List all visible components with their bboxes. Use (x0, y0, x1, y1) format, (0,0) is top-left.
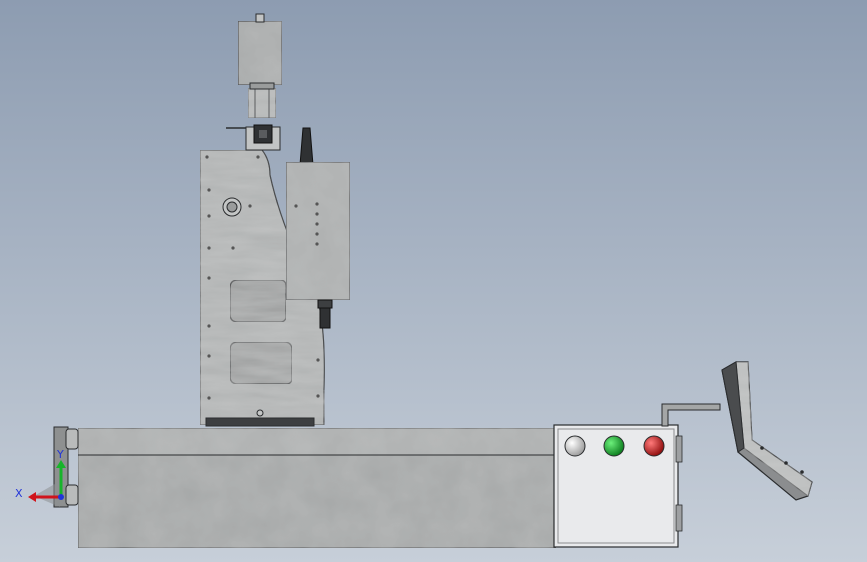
frame-cutout-upper (229, 279, 287, 323)
base-top-rail (77, 427, 557, 456)
base-body (77, 454, 557, 549)
column-base-plate (205, 417, 315, 427)
cad-viewport[interactable]: X Y (0, 0, 867, 562)
machine-scene[interactable]: X Y (0, 0, 867, 562)
x-axis-label: X (15, 487, 23, 500)
white-button[interactable] (564, 435, 586, 457)
y-axis-label: Y (56, 448, 64, 461)
red-stop-button[interactable] (643, 435, 665, 457)
base-cabinet[interactable] (77, 427, 557, 549)
z-axis-dot-icon (58, 494, 64, 500)
green-start-button[interactable] (603, 435, 625, 457)
frame-cutout-lower (229, 341, 293, 385)
